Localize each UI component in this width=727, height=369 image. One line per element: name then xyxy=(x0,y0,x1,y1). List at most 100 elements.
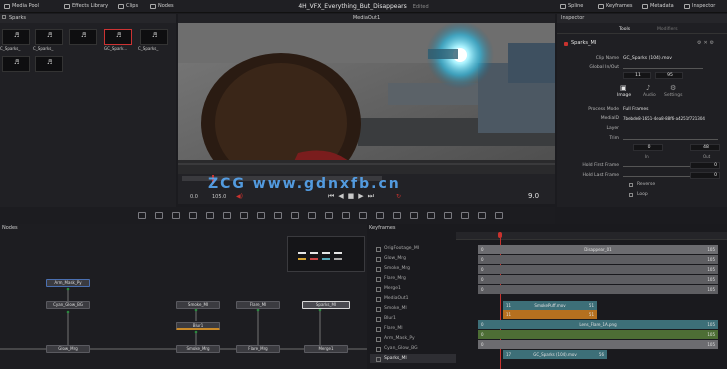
node-flare-mrg[interactable]: Flare_Mrg xyxy=(236,345,280,353)
inspector-button[interactable]: Inspector xyxy=(684,0,715,13)
fog-tool-icon[interactable] xyxy=(427,212,435,219)
subtab-image[interactable]: Image xyxy=(617,93,631,98)
clip-thumbnail[interactable]: ♬ xyxy=(69,29,97,45)
track-smoke-mrg[interactable]: Smoke_Mrg xyxy=(370,264,456,273)
node-editor[interactable]: Nodes Arm_Mask_Py Cyan_Glow_BG Glow_Mrg … xyxy=(0,224,367,369)
color-tool-icon[interactable] xyxy=(206,212,214,219)
merge3d-tool-icon[interactable] xyxy=(461,212,469,219)
track-arm-mask-py[interactable]: Arm_Mask_Py xyxy=(370,334,456,343)
clip-label: C_Sparks_ xyxy=(33,46,54,51)
tab-modifiers[interactable]: Modifiers xyxy=(657,27,678,32)
subtab-settings[interactable]: Settings xyxy=(664,93,682,98)
inspector-header-icons[interactable]: ⚙✕⚙ xyxy=(697,40,716,46)
node-arm-mask-py[interactable]: Arm_Mask_Py xyxy=(46,279,90,287)
keyframe-bar-armmask[interactable]: 0 105 xyxy=(478,330,718,339)
node-smoke-mrg[interactable]: Smoke_Mrg xyxy=(176,345,220,353)
node-smoke-mi[interactable]: Smoke_MI xyxy=(176,301,220,309)
subtab-audio[interactable]: Audio xyxy=(643,93,656,98)
keyframe-bar-disappear[interactable]: 0 Disappear_01 105 xyxy=(478,245,718,254)
shape-tool-icon[interactable] xyxy=(410,212,418,219)
track-merge1[interactable]: Merge1 xyxy=(370,284,456,293)
tab-tools[interactable]: Tools xyxy=(619,27,630,32)
paint-tool-icon[interactable] xyxy=(155,212,163,219)
loop-icon[interactable]: ↻ xyxy=(396,193,401,200)
node-cyan-glow-bg[interactable]: Cyan_Glow_BG xyxy=(46,301,90,309)
node-glow-mrg[interactable]: Glow_Mrg xyxy=(46,345,90,353)
keyframe-bar-lensflare[interactable]: 0 Lens_Flare_1A.png 105 xyxy=(478,320,718,329)
clip-thumbnail[interactable]: ♬ xyxy=(2,56,30,72)
track-origfootage-mi[interactable]: OrigFootage_MI xyxy=(370,244,456,253)
keyframe-bar[interactable]: 0 105 xyxy=(478,275,718,284)
keyframe-bar-blur1[interactable]: 11 51 xyxy=(503,310,597,319)
polygon-tool-icon[interactable] xyxy=(257,212,265,219)
particles-tool-icon[interactable] xyxy=(325,212,333,219)
clip-thumbnail[interactable]: ♬ xyxy=(2,29,30,45)
transform-tool-icon[interactable] xyxy=(308,212,316,219)
keyframes-title: Keyframes xyxy=(369,225,396,231)
global-inout-slider[interactable] xyxy=(623,68,703,69)
metadata-button[interactable]: Metadata xyxy=(642,0,674,13)
image-plane-tool-icon[interactable] xyxy=(444,212,452,219)
text-tool-icon[interactable] xyxy=(172,212,180,219)
node-sparks-mi[interactable]: Sparks_MI xyxy=(302,301,350,309)
keyframe-bar[interactable]: 0 105 xyxy=(478,265,718,274)
camera-tool-icon[interactable] xyxy=(359,212,367,219)
keyframes-button[interactable]: Keyframes xyxy=(598,0,633,13)
global-out-field[interactable]: 95 xyxy=(655,72,683,79)
merge-tool-icon[interactable] xyxy=(189,212,197,219)
clip-thumbnail[interactable]: ♬ xyxy=(35,56,63,72)
trim-out-field[interactable]: 48 xyxy=(690,144,720,151)
global-in-field[interactable]: 11 xyxy=(623,72,651,79)
node-navigator[interactable] xyxy=(287,236,365,272)
keyframe-bar-cyanglow[interactable]: 0 105 xyxy=(478,340,718,349)
keyframe-bar-smokepuff[interactable]: 11 SmokePuff.mov 51 xyxy=(503,301,597,310)
viewer-canvas[interactable] xyxy=(178,23,555,174)
blur-tool-icon[interactable] xyxy=(223,212,231,219)
track-blur1[interactable]: Blur1 xyxy=(370,314,456,323)
trim-in-field[interactable]: 0 xyxy=(633,144,663,151)
track-glow-mrg[interactable]: Glow_Mrg xyxy=(370,254,456,263)
bspline-tool-icon[interactable] xyxy=(274,212,282,219)
media-pool-button[interactable]: Media Pool xyxy=(4,0,39,13)
audio-mute-icon[interactable]: ◀) xyxy=(236,193,243,200)
renderer-tool-icon[interactable] xyxy=(393,212,401,219)
node-blur1[interactable]: Blur1 xyxy=(176,322,220,330)
loop-checkbox[interactable] xyxy=(629,193,633,197)
keyframe-bar[interactable]: 0 105 xyxy=(478,285,718,294)
track-sparks-mi-selected[interactable]: Sparks_MI xyxy=(370,354,456,363)
clip-thumbnail-selected[interactable]: ♬ xyxy=(104,29,132,45)
audio-clip-icon: ♬ xyxy=(152,32,158,39)
keyframes-ruler[interactable] xyxy=(456,232,727,240)
effects-library-button[interactable]: Effects Library xyxy=(64,0,108,13)
clip-thumbnail[interactable]: ♬ xyxy=(140,29,168,45)
track-mediaout1[interactable]: MediaOut1 xyxy=(370,294,456,303)
transport-controls[interactable]: ⏮◀■▶⏭ xyxy=(328,192,378,201)
effects-library-icon xyxy=(64,4,70,9)
clips-button[interactable]: Clips xyxy=(118,0,138,13)
mask-tool-icon[interactable] xyxy=(240,212,248,219)
process-mode-select[interactable]: Full Frames xyxy=(623,106,649,114)
track-flare-mi[interactable]: Flare_MI xyxy=(370,324,456,333)
light-tool-icon[interactable] xyxy=(376,212,384,219)
hold-last-field[interactable]: 0 xyxy=(690,172,720,179)
keyframe-bar[interactable]: 0 105 xyxy=(478,255,718,264)
keyframe-bar-sparks[interactable]: 17 GC_Sparks (104).mov 56 xyxy=(503,350,607,359)
node-merge1[interactable]: Merge1 xyxy=(304,345,348,353)
3d-tool-icon[interactable] xyxy=(342,212,350,219)
track-cyan-glow-bg[interactable]: Cyan_Glow_BG xyxy=(370,344,456,353)
reverse-checkbox[interactable] xyxy=(629,183,633,187)
nodes-button[interactable]: Nodes xyxy=(150,0,174,13)
background-tool-icon[interactable] xyxy=(138,212,146,219)
spline-button[interactable]: Spline xyxy=(560,0,583,13)
inspector-tabs: Tools Modifiers xyxy=(557,25,727,34)
hold-first-field[interactable]: 0 xyxy=(690,162,720,169)
displace-tool-icon[interactable] xyxy=(478,212,486,219)
trim-slider[interactable] xyxy=(623,139,718,140)
weld-tool-icon[interactable] xyxy=(495,212,503,219)
track-smoke-mi[interactable]: Smoke_MI xyxy=(370,304,456,313)
bin-icon xyxy=(2,15,6,19)
track-flare-mrg[interactable]: Flare_Mrg xyxy=(370,274,456,283)
node-flare-mi[interactable]: Flare_MI xyxy=(236,301,280,309)
tracker-tool-icon[interactable] xyxy=(291,212,299,219)
clip-thumbnail[interactable]: ♬ xyxy=(35,29,63,45)
